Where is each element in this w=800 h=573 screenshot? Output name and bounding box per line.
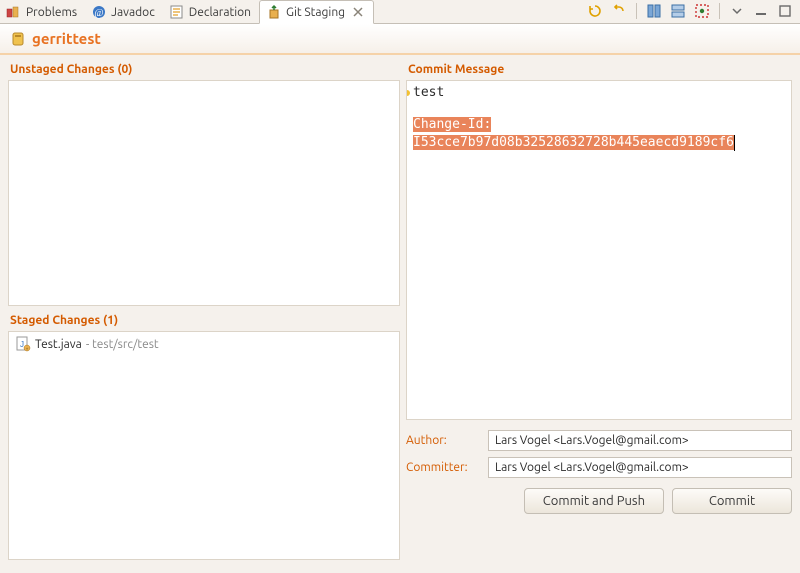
staged-list[interactable]: J+ Test.java - test/src/test bbox=[8, 331, 400, 560]
maximize-icon[interactable] bbox=[776, 2, 794, 20]
unstaged-label: Unstaged Changes (0) bbox=[8, 61, 400, 80]
minimize-icon[interactable] bbox=[752, 2, 770, 20]
author-label: Author: bbox=[406, 434, 480, 447]
staged-file-path: - test/src/test bbox=[86, 338, 159, 351]
author-row: Author: bbox=[406, 430, 792, 451]
committer-row: Committer: bbox=[406, 457, 792, 478]
warning-marker-icon bbox=[406, 85, 410, 91]
git-staging-icon bbox=[266, 4, 282, 20]
commit-selected-text: Change-Id: I53cce7b97d08b32528632728b445… bbox=[413, 117, 734, 150]
tab-javadoc[interactable]: @ Javadoc bbox=[85, 1, 163, 23]
commit-buttons: Commit and Push Commit bbox=[406, 488, 792, 514]
separator bbox=[636, 3, 637, 19]
staged-section: Staged Changes (1) J+ Test.java - test/s… bbox=[8, 312, 400, 560]
view-toolbar bbox=[586, 2, 794, 20]
author-input[interactable] bbox=[488, 430, 792, 451]
unstaged-list[interactable] bbox=[8, 80, 400, 306]
refresh-icon[interactable] bbox=[586, 2, 604, 20]
svg-text:+: + bbox=[26, 345, 29, 351]
committer-label: Committer: bbox=[406, 461, 480, 474]
right-column: Commit Message test Change-Id: I53cce7b9… bbox=[406, 61, 792, 560]
tab-label: Problems bbox=[26, 6, 77, 19]
unstaged-section: Unstaged Changes (0) bbox=[8, 61, 400, 306]
committer-input[interactable] bbox=[488, 457, 792, 478]
project-title: gerrittest bbox=[32, 30, 101, 47]
commit-blank-line bbox=[413, 100, 785, 116]
undo-icon[interactable] bbox=[610, 2, 628, 20]
identity-fields: Author: Committer: bbox=[406, 430, 792, 478]
commit-line1: test bbox=[413, 85, 785, 100]
row-layout-icon[interactable] bbox=[669, 2, 687, 20]
svg-text:@: @ bbox=[94, 8, 103, 19]
left-column: Unstaged Changes (0) Staged Changes (1) … bbox=[8, 61, 400, 560]
tab-git-staging[interactable]: Git Staging bbox=[259, 0, 374, 24]
problems-icon bbox=[6, 4, 22, 20]
staged-file-name: Test.java bbox=[35, 338, 82, 351]
separator bbox=[719, 3, 720, 19]
commit-area: test Change-Id: I53cce7b97d08b3252863272… bbox=[406, 80, 792, 560]
staged-label: Staged Changes (1) bbox=[8, 312, 400, 331]
staged-file-row[interactable]: J+ Test.java - test/src/test bbox=[9, 332, 399, 356]
commit-button[interactable]: Commit bbox=[672, 488, 792, 514]
svg-text:J: J bbox=[20, 340, 24, 349]
text-caret bbox=[734, 135, 735, 151]
column-layout-icon[interactable] bbox=[645, 2, 663, 20]
tab-bar: Problems @ Javadoc Declaration Git Stagi… bbox=[0, 0, 800, 24]
tab-declaration[interactable]: Declaration bbox=[163, 1, 259, 23]
repository-icon bbox=[10, 31, 26, 47]
javadoc-icon: @ bbox=[91, 4, 107, 20]
commit-selection-wrap: Change-Id: I53cce7b97d08b32528632728b445… bbox=[413, 116, 785, 152]
commit-message-label: Commit Message bbox=[406, 61, 792, 80]
tab-label: Git Staging bbox=[286, 6, 345, 19]
view-menu-icon[interactable] bbox=[728, 2, 746, 20]
body: Unstaged Changes (0) Staged Changes (1) … bbox=[0, 55, 800, 570]
view-header: gerrittest bbox=[0, 24, 800, 55]
tab-problems[interactable]: Problems bbox=[0, 1, 85, 23]
commit-message-input[interactable]: test Change-Id: I53cce7b97d08b3252863272… bbox=[406, 80, 792, 420]
commit-and-push-button[interactable]: Commit and Push bbox=[524, 488, 664, 514]
declaration-icon bbox=[169, 4, 185, 20]
close-tab-icon[interactable] bbox=[351, 5, 365, 19]
java-file-icon: J+ bbox=[15, 336, 31, 352]
tab-label: Declaration bbox=[189, 6, 251, 19]
tab-label: Javadoc bbox=[111, 6, 155, 19]
amend-commit-icon[interactable] bbox=[693, 2, 711, 20]
